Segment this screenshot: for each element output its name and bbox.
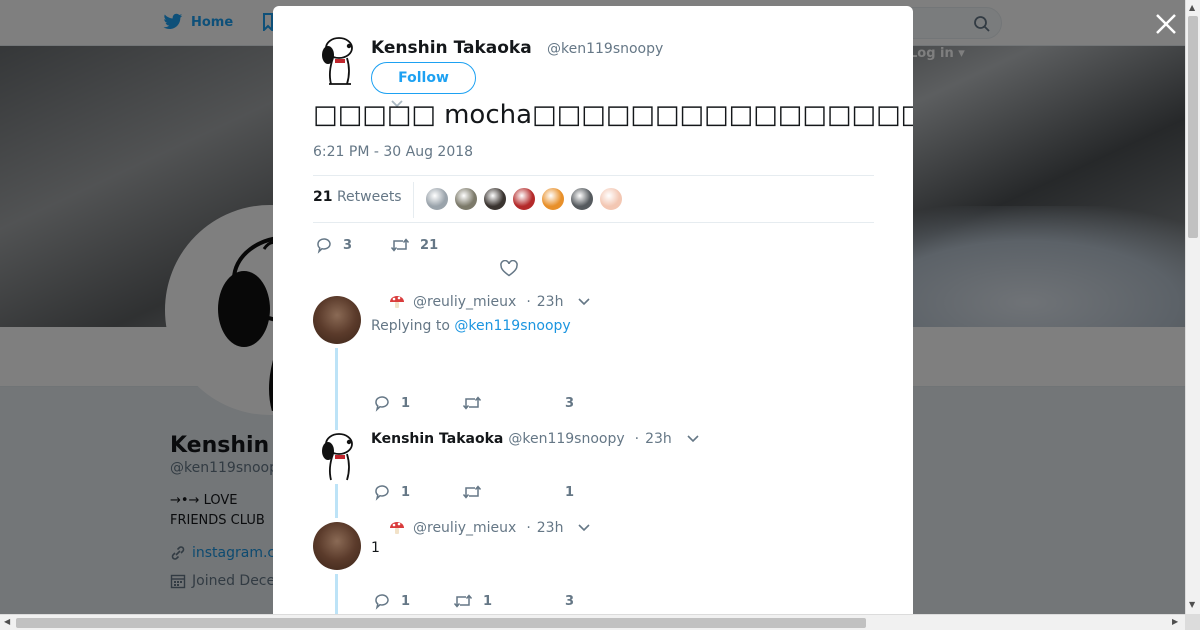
reply-count: 1 <box>401 484 411 500</box>
retweet-icon <box>390 238 410 252</box>
reply-header: @reuliy_mieux · 23h <box>389 520 591 536</box>
retweet-icon <box>453 594 473 608</box>
retweeter-avatars <box>425 187 628 211</box>
reply-icon <box>317 238 331 254</box>
like-action[interactable]: 3 <box>565 594 574 609</box>
tweet-text: □□□□□ mocha□□□□□□□□□□□□□□□□□□□□□□1□□□□□□… <box>313 100 913 130</box>
retweet-icon <box>462 396 482 410</box>
reply-action[interactable]: 1 <box>373 394 462 412</box>
reply-time[interactable]: 23h <box>537 294 564 310</box>
like-count: 3 <box>565 593 575 609</box>
retweeter-avatar[interactable] <box>454 187 478 211</box>
retweeter-avatar[interactable] <box>599 187 623 211</box>
reply-action[interactable]: 1 <box>373 592 453 610</box>
chevron-down-icon[interactable] <box>686 434 700 444</box>
reply-icon <box>375 396 389 412</box>
tweet-modal: Kenshin Takaoka @ken119snoopy Follow □□□… <box>273 6 913 614</box>
reply-dot: · <box>526 294 531 310</box>
reply-icon <box>375 594 389 610</box>
reply-icon <box>375 485 389 501</box>
chevron-down-icon[interactable] <box>577 297 591 307</box>
stats-divider <box>413 182 414 218</box>
vertical-scrollbar[interactable]: ▲ ▼ <box>1185 0 1200 614</box>
retweeter-avatar[interactable] <box>512 187 536 211</box>
tweet-actions: 3 21 <box>315 236 438 254</box>
reply-avatar[interactable] <box>313 296 361 344</box>
horizontal-scroll-thumb[interactable] <box>16 618 866 628</box>
thread-line <box>335 484 338 518</box>
reply-actions: 1 1 <box>373 483 574 501</box>
reply-actions: 1 3 <box>373 394 574 412</box>
thread-line <box>335 574 338 614</box>
thread-line <box>335 348 338 430</box>
reply-avatar[interactable] <box>313 522 361 570</box>
reply-count: 1 <box>401 395 411 411</box>
replying-to: Replying to @ken119snoopy <box>371 318 571 334</box>
close-icon[interactable] <box>1154 12 1178 36</box>
replying-to-prefix: Replying to <box>371 318 455 334</box>
retweeter-avatar[interactable] <box>425 187 449 211</box>
retweet-action[interactable]: 21 <box>390 236 438 254</box>
reply-author-name[interactable]: Kenshin Takaoka <box>371 431 503 447</box>
retweet-action[interactable] <box>462 483 565 501</box>
reply-action[interactable]: 3 <box>315 236 352 254</box>
like-action[interactable]: 1 <box>565 485 574 500</box>
reply-count: 3 <box>343 237 353 253</box>
reply-count: 1 <box>401 593 411 609</box>
retweeter-avatar[interactable] <box>570 187 594 211</box>
heart-icon[interactable] <box>500 260 518 277</box>
reply-time[interactable]: 23h <box>537 520 564 536</box>
reply-text: 1 <box>371 540 380 556</box>
mushroom-icon <box>390 522 404 534</box>
scroll-left-arrow[interactable]: ◀ <box>4 617 10 626</box>
reply-time[interactable]: 23h <box>645 431 672 447</box>
reply-header: @reuliy_mieux · 23h <box>389 294 591 310</box>
tweet-timestamp[interactable]: 6:21 PM - 30 Aug 2018 <box>313 144 473 160</box>
retweet-action[interactable] <box>462 394 565 412</box>
scroll-right-arrow[interactable]: ▶ <box>1172 617 1178 626</box>
scrollbar-corner <box>1185 614 1200 630</box>
scroll-up-arrow[interactable]: ▲ <box>1189 3 1195 12</box>
replying-to-link[interactable]: @ken119snoopy <box>454 318 570 334</box>
author-name[interactable]: Kenshin Takaoka <box>371 38 532 58</box>
retweeter-avatar[interactable] <box>541 187 565 211</box>
reply-avatar[interactable] <box>313 430 361 484</box>
retweeter-avatar[interactable] <box>483 187 507 211</box>
like-action[interactable]: 3 <box>565 396 574 411</box>
retweet-count: 21 <box>420 237 439 253</box>
reply-dot: · <box>634 431 640 447</box>
scroll-down-arrow[interactable]: ▼ <box>1189 600 1195 609</box>
like-count: 1 <box>565 484 575 500</box>
author-avatar[interactable] <box>313 34 361 88</box>
vertical-scroll-thumb[interactable] <box>1188 16 1198 238</box>
reply-action[interactable]: 1 <box>373 483 462 501</box>
horizontal-scrollbar[interactable]: ◀ ▶ <box>0 614 1185 630</box>
follow-button[interactable]: Follow <box>371 62 476 94</box>
retweet-stat-count: 21 <box>313 189 333 205</box>
like-count: 3 <box>565 395 575 411</box>
retweet-icon <box>462 485 482 499</box>
reply-handle[interactable]: @ken119snoopy <box>508 431 624 447</box>
tweet-stats: 21 Retweets <box>313 175 874 223</box>
reply-dot: · <box>526 520 531 536</box>
reply-handle[interactable]: @reuliy_mieux <box>413 294 516 310</box>
author-handle[interactable]: @ken119snoopy <box>547 41 663 57</box>
retweet-action[interactable]: 1 <box>453 592 565 610</box>
retweet-count: 1 <box>483 593 493 609</box>
retweet-stat[interactable]: 21 Retweets <box>313 189 402 205</box>
reply-header: Kenshin Takaoka @ken119snoopy · 23h <box>371 431 700 447</box>
mushroom-icon <box>390 296 404 308</box>
reply-actions: 1 1 3 <box>373 592 574 610</box>
retweet-stat-label: Retweets <box>336 189 402 205</box>
chevron-down-icon[interactable] <box>577 523 591 533</box>
reply-handle[interactable]: @reuliy_mieux <box>413 520 516 536</box>
